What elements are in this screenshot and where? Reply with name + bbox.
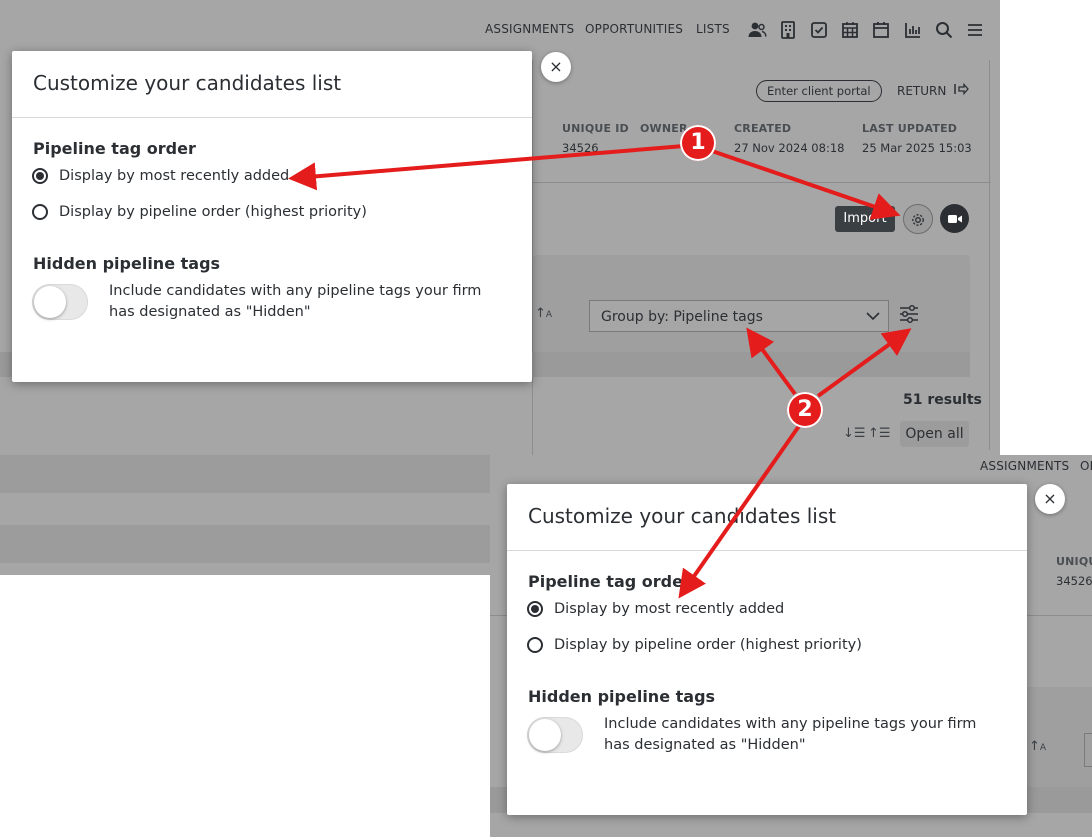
- annotation-arrows: [288, 144, 912, 599]
- arrow-to-gear: [711, 149, 901, 220]
- arrow-to-zoomed-option: [678, 424, 801, 599]
- arrow-to-filter: [816, 328, 912, 398]
- arrow-to-first-option: [288, 144, 685, 191]
- annotation-badge-1: 1: [680, 125, 716, 161]
- annotation-badge-2: 2: [787, 392, 823, 428]
- arrow-to-group-by: [746, 327, 797, 396]
